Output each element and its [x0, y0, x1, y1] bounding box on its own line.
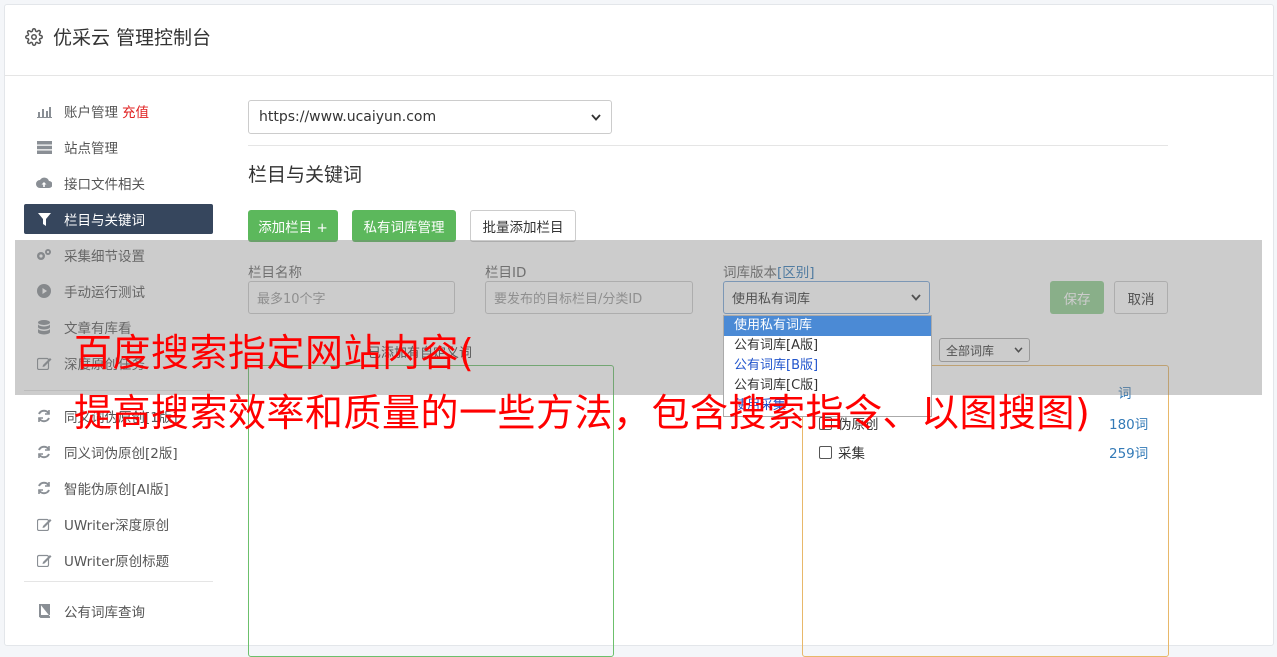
sidebar-divider: [24, 581, 213, 582]
sidebar-item-columns-keywords[interactable]: 栏目与关键词: [24, 204, 213, 234]
sidebar-item-api-files[interactable]: 接口文件相关: [24, 168, 213, 198]
overlay-headline-line1: 百度搜索指定网站内容(: [74, 331, 475, 375]
brand: 优采云 管理控制台: [25, 23, 211, 50]
sidebar-item-label: 站点管理: [64, 141, 118, 157]
card-header: 优采云 管理控制台: [5, 5, 1273, 76]
sidebar-item-account[interactable]: 账户管理 充值: [24, 96, 213, 126]
library-item-count: 180词: [1109, 417, 1149, 433]
library-item-count: 259词: [1109, 446, 1149, 462]
refresh-icon: [36, 408, 52, 424]
bar-chart-icon: [36, 103, 52, 119]
book-icon: [36, 603, 52, 619]
cloud-upload-icon: [36, 175, 52, 191]
sidebar-item-label: 接口文件相关: [64, 177, 145, 193]
server-icon: [36, 139, 52, 155]
sidebar-item-ai-rewrite[interactable]: 智能伪原创[AI版]: [24, 473, 213, 503]
edit-icon: [36, 516, 52, 532]
sidebar-item-public-lib[interactable]: 公有词库查询: [24, 596, 213, 626]
filter-icon: [36, 211, 52, 227]
site-select-value: https://www.ucaiyun.com: [259, 109, 437, 125]
refresh-icon: [36, 480, 52, 496]
dropdown-option[interactable]: 使用私有词库: [724, 316, 931, 336]
refresh-icon: [36, 444, 52, 460]
sidebar-item-label: 智能伪原创[AI版]: [64, 482, 169, 498]
chevron-down-icon: [591, 113, 601, 121]
edit-icon: [36, 552, 52, 568]
sidebar-item-label: 同义词伪原创[2版]: [64, 446, 178, 462]
site-select[interactable]: https://www.ucaiyun.com: [248, 100, 612, 134]
library-item-label: 采集: [838, 446, 865, 462]
checkbox[interactable]: [819, 445, 832, 459]
sidebar-item-label: UWriter深度原创: [64, 518, 170, 534]
sidebar-item-label: 账户管理: [64, 105, 118, 121]
sidebar-item-uwriter-deep[interactable]: UWriter深度原创: [24, 509, 213, 539]
sidebar-item-label: UWriter原创标题: [64, 554, 170, 570]
dropdown-option[interactable]: 公有词库[B版]: [724, 356, 931, 376]
sidebar-item-uwriter-title[interactable]: UWriter原创标题: [24, 545, 213, 575]
divider: [248, 145, 1168, 146]
recharge-link[interactable]: 充值: [122, 101, 149, 121]
sidebar-item-synonym-v2[interactable]: 同义词伪原创[2版]: [24, 437, 213, 467]
private-library-button[interactable]: 私有词库管理: [352, 210, 456, 242]
batch-add-button[interactable]: 批量添加栏目: [470, 210, 576, 242]
page-title: 栏目与关键词: [248, 164, 363, 186]
dropdown-option[interactable]: 公有词库[A版]: [724, 336, 931, 356]
sidebar-item-sites[interactable]: 站点管理: [24, 132, 213, 162]
library-item[interactable]: 采集: [819, 442, 865, 462]
app-title: 优采云 管理控制台: [53, 27, 212, 49]
sidebar-item-label: 公有词库查询: [64, 605, 145, 621]
add-column-button[interactable]: 添加栏目 +: [248, 210, 338, 242]
sidebar-item-label: 栏目与关键词: [64, 213, 145, 229]
overlay-headline-line2: 提高搜索效率和质量的一些方法，包含搜索指令、以图搜图): [74, 391, 1091, 435]
gear-icon: [25, 27, 43, 46]
